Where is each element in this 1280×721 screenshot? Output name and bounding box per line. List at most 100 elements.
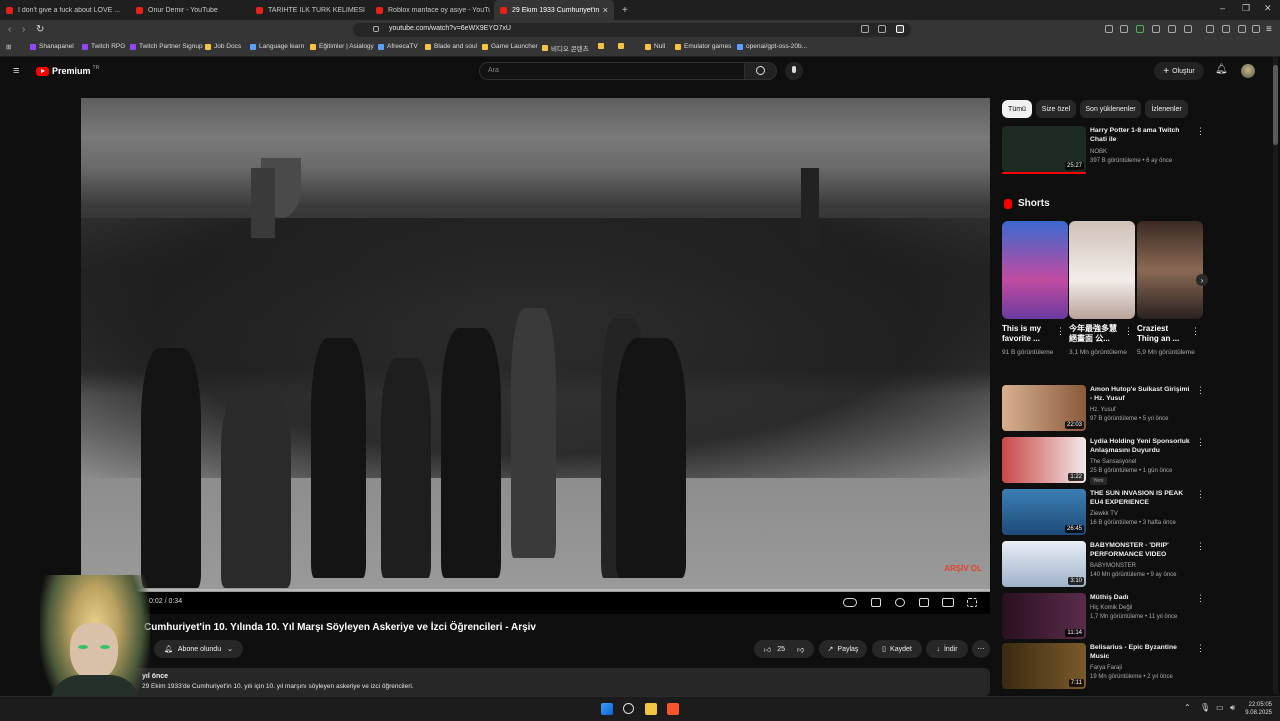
chevron-right-icon[interactable]: › xyxy=(1196,274,1208,286)
bookmark-item[interactable]: openai/gpt-oss-20b... xyxy=(737,43,807,50)
share-icon[interactable] xyxy=(878,25,886,33)
browser-tab[interactable]: Onur Demir - YouTube xyxy=(130,0,245,20)
video-thumbnail[interactable]: 11:14 xyxy=(1002,593,1086,639)
browser-tab[interactable]: I don't give a fuck about LOVE ... xyxy=(0,0,125,20)
bookmark-item[interactable]: Blade and soul xyxy=(425,43,477,50)
apps-icon[interactable]: ⊞ xyxy=(6,43,11,51)
download-button[interactable]: ↓ İndir xyxy=(926,640,968,658)
like-icon[interactable]: 👍︎ xyxy=(764,645,771,654)
create-button[interactable]: + Oluştur xyxy=(1154,62,1204,80)
brave-browser-icon[interactable] xyxy=(667,703,679,715)
subscribe-button[interactable]: 🔔︎ Abone olundu ⌄ xyxy=(154,640,243,658)
bookmark-item[interactable]: Twitch Partner Signup xyxy=(130,43,203,50)
voice-search-button[interactable] xyxy=(785,62,803,80)
bookmark-item[interactable]: Language learn xyxy=(250,43,304,50)
translate-icon[interactable] xyxy=(1105,25,1113,33)
back-icon[interactable]: ‹ xyxy=(8,24,11,35)
new-tab-button[interactable]: + xyxy=(616,0,636,20)
video-thumbnail[interactable]: 7:11 xyxy=(1002,643,1086,689)
bookmark-folder-icon[interactable] xyxy=(618,43,627,49)
description-box[interactable]: yıl önce 29 Ekim 1933'de Cumhuriyet'in 1… xyxy=(132,668,990,696)
fullscreen-icon[interactable] xyxy=(967,598,977,607)
recommendation-item[interactable]: 25:27 Harry Potter 1-8 ama Twitch Chati … xyxy=(1002,126,1205,176)
chat-tray-icon[interactable]: ▭ xyxy=(1216,703,1224,712)
more-vert-icon[interactable]: ⋮ xyxy=(1056,326,1065,337)
more-vert-icon[interactable]: ⋮ xyxy=(1191,326,1200,337)
video-player[interactable]: ARŞİV OL 0:02 / 0:34 xyxy=(81,98,990,614)
more-vert-icon[interactable]: ⋮ xyxy=(1196,541,1205,552)
bookmark-item[interactable]: Emulator games xyxy=(675,43,731,50)
close-tab-icon[interactable]: × xyxy=(603,5,608,15)
short-title[interactable]: Craziest Thing an ... xyxy=(1137,324,1189,344)
close-window-icon[interactable]: ✕ xyxy=(1264,3,1272,14)
more-vert-icon[interactable]: ⋮ xyxy=(1124,326,1133,337)
more-vert-icon[interactable]: ⋮ xyxy=(1196,643,1205,654)
media-icon[interactable] xyxy=(1206,25,1214,33)
address-bar[interactable]: youtube.com/watch?v=6eWX9EYO7xU xyxy=(353,23,911,37)
extension-icon[interactable] xyxy=(1168,25,1176,33)
bookmark-item[interactable]: Null xyxy=(645,43,665,50)
wallet-icon[interactable] xyxy=(1252,25,1260,33)
search-icon[interactable] xyxy=(623,703,634,714)
video-thumbnail[interactable]: 3:10 xyxy=(1002,541,1086,587)
sidebar-icon[interactable] xyxy=(1222,25,1230,33)
settings-gear-icon[interactable] xyxy=(895,598,905,607)
notifications-bell-icon[interactable]: 🔔︎ xyxy=(1215,64,1228,75)
system-clock[interactable]: 22:05:05 9.08.2025 xyxy=(1245,701,1272,717)
more-vert-icon[interactable]: ⋮ xyxy=(1196,489,1205,500)
reload-icon[interactable]: ↻ xyxy=(36,24,44,35)
short-thumbnail[interactable] xyxy=(1002,221,1068,319)
video-thumbnail[interactable]: 26:45 xyxy=(1002,489,1086,535)
subtitles-icon[interactable] xyxy=(871,598,881,607)
short-thumbnail[interactable] xyxy=(1137,221,1203,319)
menu-icon[interactable]: ≡ xyxy=(1266,24,1272,35)
extension-icon[interactable] xyxy=(1152,25,1160,33)
recommendation-item[interactable]: 11:14 Müthiş Dadı Hiç Komik Değil 1,7 Mn… xyxy=(1002,593,1205,641)
autoplay-toggle[interactable] xyxy=(843,598,857,607)
more-vert-icon[interactable]: ⋮ xyxy=(1196,593,1205,604)
extension-icon[interactable] xyxy=(1120,25,1128,33)
extension-icon[interactable] xyxy=(1184,25,1192,33)
leo-icon[interactable] xyxy=(1238,25,1246,33)
more-actions-button[interactable]: ⋯ xyxy=(972,640,990,658)
short-title[interactable]: 今年最強多慧絕畫面 公... xyxy=(1069,324,1121,344)
share-button[interactable]: ↗ Paylaş xyxy=(819,640,867,658)
recommendation-item[interactable]: 1:22 Lydia Holding Yeni Sponsorluk Anlaş… xyxy=(1002,437,1205,485)
recommendation-item[interactable]: 22:03 Amon Hutop'e Suikast Girişimi - Hz… xyxy=(1002,385,1205,433)
extension-icon[interactable] xyxy=(1136,25,1144,33)
video-frame[interactable] xyxy=(81,98,990,592)
hamburger-menu-icon[interactable]: ≡ xyxy=(13,65,19,77)
video-thumbnail[interactable]: 25:27 xyxy=(1002,126,1086,172)
filter-chip-all[interactable]: Tümü xyxy=(1002,100,1032,118)
short-thumbnail[interactable] xyxy=(1069,221,1135,319)
bookmark-item[interactable]: Game Launcher xyxy=(482,43,538,50)
page-scrollbar[interactable] xyxy=(1273,57,1278,694)
progress-bar[interactable] xyxy=(81,589,990,591)
minimize-icon[interactable]: – xyxy=(1220,3,1225,13)
browser-tab-active[interactable]: 29 Ekim 1933 Cumhuriyet'in × xyxy=(494,0,614,20)
browser-tab[interactable]: TARİHTE İLK TÜRK KELİMESİ | Sunrise xyxy=(250,0,365,20)
youtube-logo[interactable]: Premium TR xyxy=(36,65,99,76)
restore-icon[interactable]: ❐ xyxy=(1242,3,1250,14)
filter-chip-for-you[interactable]: Size özel xyxy=(1036,100,1076,118)
windows-start-icon[interactable] xyxy=(601,703,613,715)
volume-icon[interactable]: 🔊︎ xyxy=(1230,703,1235,713)
video-thumbnail[interactable]: 1:22 xyxy=(1002,437,1086,483)
recommendation-item[interactable]: 7:11 Belisarius - Epic Byzantine Music F… xyxy=(1002,643,1205,691)
scrollbar-thumb[interactable] xyxy=(1273,65,1278,145)
file-explorer-icon[interactable] xyxy=(645,703,657,715)
browser-tab[interactable]: Roblox manface oy asiye - YouTube xyxy=(370,0,490,20)
recommendation-item[interactable]: 26:45 THE SUN INVASION IS PEAK EU4 EXPER… xyxy=(1002,489,1205,537)
dislike-icon[interactable]: 👎︎ xyxy=(797,645,804,654)
site-info-icon[interactable] xyxy=(373,26,379,32)
short-title[interactable]: This is my favorite ... xyxy=(1002,324,1054,344)
account-avatar[interactable] xyxy=(1241,64,1255,78)
recommendation-item[interactable]: 3:10 BABYMONSTER - 'DRIP' PERFORMANCE VI… xyxy=(1002,541,1205,589)
more-vert-icon[interactable]: ⋮ xyxy=(1196,385,1205,396)
shield-icon[interactable] xyxy=(896,25,904,33)
filter-chip-watched[interactable]: İzlenenler xyxy=(1145,100,1188,118)
bookmark-item[interactable]: Eğitimler | Asialogy xyxy=(310,43,374,50)
bookmark-item[interactable]: Job Docs xyxy=(205,43,241,50)
bookmark-item[interactable]: Twitch RPG xyxy=(82,43,125,50)
bookmark-item[interactable]: Shanapanel xyxy=(30,43,74,50)
